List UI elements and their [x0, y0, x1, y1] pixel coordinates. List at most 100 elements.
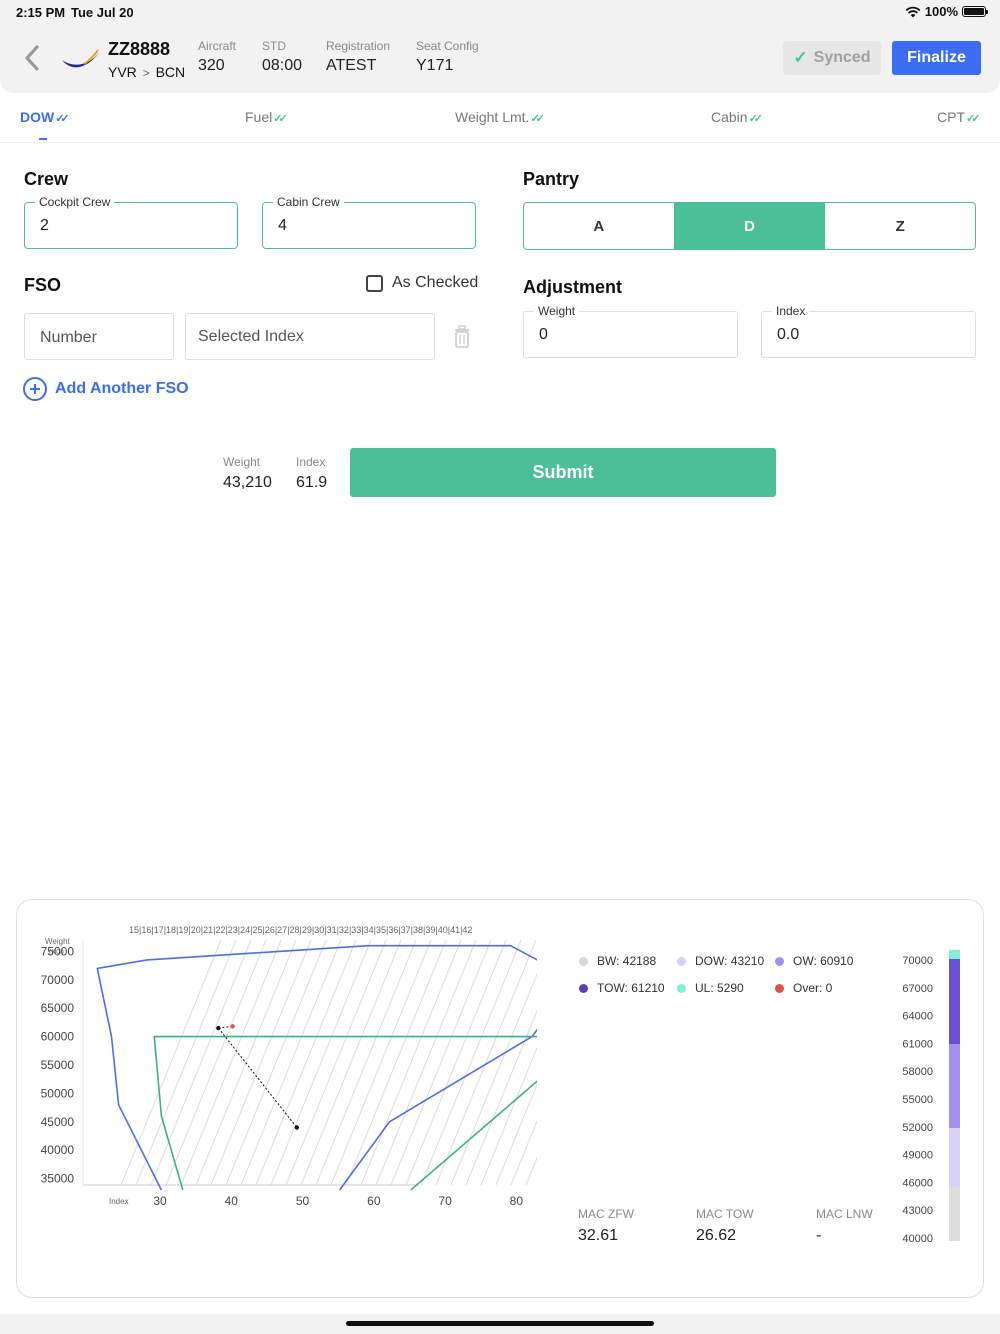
finalize-button[interactable]: Finalize [892, 41, 981, 75]
legend-item: UL: 5290 [677, 981, 744, 995]
top-index-scale: 15|16|17|18|19|20|21|22|23|24|25|26|27|2… [129, 925, 472, 935]
wifi-icon [905, 6, 921, 17]
index-grid-line [375, 939, 477, 1186]
mac-tow-value: 26.62 [696, 1227, 737, 1244]
bar-segment-dow [949, 1128, 960, 1187]
adjustment-weight-field[interactable]: Weight 0 [523, 304, 738, 358]
fso-number-input[interactable]: Number [24, 313, 174, 360]
mac-tow-label: MAC TOW [696, 1207, 754, 1221]
bar-tick-label: 61000 [902, 1038, 933, 1050]
tab-weight-limit[interactable]: Weight Lmt.✓✓ [455, 109, 545, 125]
mac-zfw-value: 32.61 [578, 1227, 619, 1244]
origin: YVR [108, 64, 137, 80]
submit-button[interactable]: Submit [350, 448, 776, 497]
cabin-crew-field[interactable]: Cabin Crew 4 [262, 195, 476, 249]
index-grid-line [360, 939, 462, 1186]
add-fso-button[interactable]: Add Another FSO [23, 377, 189, 401]
y-tick-label: 35000 [41, 1172, 75, 1186]
registration-value: ATEST [326, 57, 377, 74]
destination: BCN [155, 64, 186, 80]
tab-cpt[interactable]: CPT✓✓ [937, 109, 981, 125]
index-grid-line [135, 939, 237, 1186]
bar-tick-label: 64000 [902, 1011, 933, 1023]
legend-dot [775, 983, 784, 993]
index-grid-line [225, 939, 327, 1186]
fso-index-select[interactable]: Selected Index [185, 313, 435, 360]
adjustment-index-field[interactable]: Index 0.0 [761, 304, 976, 358]
pantry-title: Pantry [523, 169, 580, 189]
x-tick-label: 80 [510, 1194, 524, 1208]
route-separator: > [142, 66, 150, 80]
x-tick-label: 60 [367, 1194, 381, 1208]
status-bar: 2:15 PM Tue Jul 20 100% [0, 0, 1000, 24]
bar-segment-tow [949, 959, 960, 1044]
home-indicator[interactable] [346, 1321, 654, 1326]
cockpit-crew-field[interactable]: Cockpit Crew 2 [24, 195, 238, 249]
legend-label: DOW: 43210 [695, 954, 765, 968]
back-chevron-icon[interactable] [22, 44, 42, 72]
adjustment-weight-value: 0 [539, 326, 548, 343]
bar-tick-label: 67000 [902, 983, 933, 995]
tab-dow[interactable]: DOW✓✓ [20, 109, 70, 125]
legend-item: DOW: 43210 [677, 954, 764, 968]
registration-field: Registration ATEST [326, 39, 390, 75]
double-check-icon: ✓✓ [530, 113, 545, 125]
tab-cabin-label: Cabin [711, 109, 748, 125]
bar-tick-label: 43000 [902, 1205, 933, 1217]
weight-stack-bar: 70000 67000 64000 61000 58000 55000 52000 49000… [902, 950, 960, 1245]
index-grid-line [240, 939, 342, 1186]
as-checked-checkbox[interactable]: As Checked [366, 274, 478, 292]
index-grid-line [405, 939, 507, 1186]
x-axis-label: Index [109, 1197, 129, 1206]
registration-label: Registration [326, 39, 391, 53]
index-grid-line [270, 939, 372, 1186]
aircraft-value: 320 [198, 57, 225, 74]
cockpit-crew-value: 2 [40, 217, 49, 234]
index-grid-line [300, 939, 402, 1186]
seat-config-field: Seat Config Y171 [416, 39, 479, 75]
tab-cabin[interactable]: Cabin✓✓ [711, 109, 763, 125]
crew-title: Crew [24, 169, 69, 189]
pantry-option-z[interactable]: Z [825, 203, 975, 249]
weight-point [216, 1025, 221, 1031]
index-grid-line [420, 939, 522, 1186]
fso-title: FSO [24, 275, 62, 295]
synced-button[interactable]: ✓ Synced [783, 41, 881, 75]
tab-cpt-label: CPT [937, 109, 965, 125]
flight-number: ZZ8888 [108, 39, 171, 59]
synced-label: Synced [813, 49, 871, 66]
pantry-option-a[interactable]: A [524, 203, 675, 249]
checkbox-box[interactable] [366, 274, 383, 292]
x-tick-label: 30 [153, 1194, 167, 1208]
tab-dow-label: DOW [20, 109, 55, 125]
status-right: 100% [905, 4, 988, 19]
trash-icon[interactable] [453, 325, 471, 348]
envelope_blue-polygon [96, 944, 537, 1191]
index-grid-line [330, 939, 432, 1186]
weight-point [230, 1024, 235, 1029]
mac-lnw-value: - [816, 1227, 822, 1244]
add-circle-icon [23, 377, 47, 401]
tab-fuel[interactable]: Fuel✓✓ [245, 109, 288, 125]
adjustment-weight-label: Weight [534, 304, 580, 318]
index-grid-line [345, 939, 447, 1186]
fso-number-placeholder: Number [40, 329, 97, 346]
mac-lnw: MAC LNW - [816, 1207, 873, 1245]
index-grid-line [450, 972, 537, 1186]
legend-item: BW: 42188 [579, 954, 656, 968]
x-tick-label: 70 [438, 1194, 452, 1208]
seat-config-value: Y171 [416, 57, 454, 74]
double-check-icon: ✓✓ [273, 113, 288, 125]
y-tick-label: 40000 [41, 1143, 75, 1157]
double-check-icon: ✓✓ [966, 113, 981, 125]
summary-weight: Weight 43,210 [223, 455, 272, 492]
y-tick-label: 75000 [41, 944, 75, 958]
pantry-option-d[interactable]: D [674, 203, 826, 249]
cg-envelope-chart: 15|16|17|18|19|20|21|22|23|24|25|26|27|2… [41, 925, 537, 1208]
y-tick-label: 50000 [41, 1086, 75, 1100]
index-grid-line [435, 939, 537, 1186]
mac-lnw-label: MAC LNW [816, 1207, 873, 1221]
fso-index-placeholder: Selected Index [198, 328, 304, 345]
index-grid-line [510, 1119, 537, 1186]
tab-fuel-label: Fuel [245, 109, 273, 125]
